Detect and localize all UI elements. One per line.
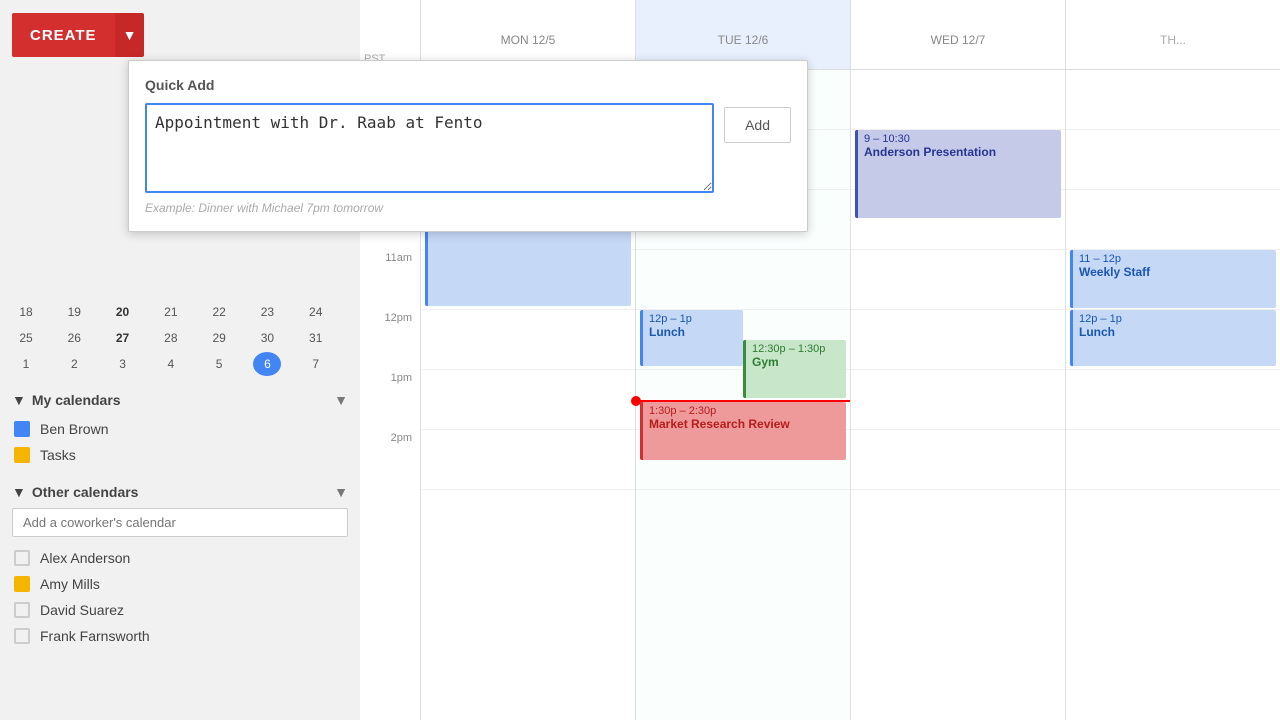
tasks-label: Tasks [40,447,76,463]
add-coworker-input[interactable] [12,508,348,537]
my-calendars-header[interactable]: ▼ My calendars ▼ [12,392,348,408]
mini-cal-day[interactable]: 1 [12,352,40,376]
quick-add-hint: Example: Dinner with Michael 7pm tomorro… [145,201,791,215]
mini-cal-grid: 18 19 20 21 22 23 24 25 26 27 28 29 30 3… [12,300,348,376]
other-calendars-section: ▼ Other calendars ▼ Alex Anderson Amy Mi… [0,476,360,657]
cal-gutter-header: PST [360,0,420,69]
amy-mills-color [14,576,30,592]
mini-cal-day[interactable]: 4 [157,352,185,376]
david-suarez-label: David Suarez [40,602,124,618]
other-calendars-header-left: ▼ Other calendars [12,484,138,500]
thu-label: Th... [1160,33,1186,47]
time-2pm: 2pm [360,430,420,490]
other-calendars-dropdown-icon[interactable]: ▼ [334,484,348,500]
quick-add-title: Quick Add [145,77,791,93]
mini-cal-day[interactable]: 7 [302,352,330,376]
wed-label: Wed 12/7 [931,33,986,47]
amy-mills-label: Amy Mills [40,576,100,592]
david-suarez-checkbox[interactable] [14,602,30,618]
tasks-color [14,447,30,463]
mini-cal-day[interactable]: 2 [60,352,88,376]
event-title: Gym [752,355,840,369]
frank-farnsworth-checkbox[interactable] [14,628,30,644]
mini-cal-day[interactable]: 30 [253,326,281,350]
mini-cal-day[interactable]: 28 [157,326,185,350]
event-market-research[interactable]: 1:30p – 2:30p Market Research Review [640,402,846,460]
mini-cal-day[interactable]: 26 [60,326,88,350]
mini-cal-day[interactable]: 22 [205,300,233,324]
collapse-icon: ▼ [12,392,26,408]
calendar-item-tasks[interactable]: Tasks [12,442,348,468]
event-time: 12:30p – 1:30p [752,343,840,355]
quick-add-row: Appointment with Dr. Raab at Fento Add [145,103,791,193]
mini-cal-day[interactable]: 20 [109,300,137,324]
calendar-item-david-suarez[interactable]: David Suarez [12,597,348,623]
event-time: 1:30p – 2:30p [649,405,840,417]
event-anderson-presentation[interactable]: 9 – 10:30 Anderson Presentation [855,130,1061,218]
my-calendars-header-left: ▼ My calendars [12,392,121,408]
mini-cal-day[interactable]: 29 [205,326,233,350]
mini-cal-day[interactable]: 21 [157,300,185,324]
create-dropdown-button[interactable]: ▼ [115,13,145,57]
mini-cal-day[interactable]: 27 [109,326,137,350]
mini-cal-day[interactable]: 31 [302,326,330,350]
mini-cal-day[interactable]: 19 [60,300,88,324]
event-time: 12p – 1p [1079,313,1270,325]
event-time: 9 – 10:30 [864,133,1055,145]
alex-anderson-label: Alex Anderson [40,550,130,566]
wednesday-column[interactable]: 9 – 10:30 Anderson Presentation [850,70,1065,720]
mini-cal-day[interactable]: 25 [12,326,40,350]
event-title: Lunch [649,325,737,339]
mini-calendar: 18 19 20 21 22 23 24 25 26 27 28 29 30 3… [0,300,360,384]
event-title: Market Research Review [649,417,840,431]
event-title: Lunch [1079,325,1270,339]
calendar-item-frank-farnsworth[interactable]: Frank Farnsworth [12,623,348,649]
calendar-item-amy-mills[interactable]: Amy Mills [12,571,348,597]
day-header-wed: Wed 12/7 [850,0,1065,69]
tue-label: Tue 12/6 [718,33,769,47]
calendar-item-alex-anderson[interactable]: Alex Anderson [12,545,348,571]
ben-brown-label: Ben Brown [40,421,108,437]
mini-cal-day[interactable]: 3 [109,352,137,376]
thursday-column[interactable]: 11 – 12p Weekly Staff 12p – 1p Lunch [1065,70,1280,720]
day-header-thu: Th... [1065,0,1280,69]
mini-cal-day[interactable]: 23 [253,300,281,324]
calendar-item-ben-brown[interactable]: Ben Brown [12,416,348,442]
my-calendars-section: ▼ My calendars ▼ Ben Brown Tasks [0,384,360,476]
mini-cal-day[interactable]: 5 [205,352,233,376]
mini-cal-day[interactable]: 18 [12,300,40,324]
mini-cal-day-today[interactable]: 6 [253,352,281,376]
other-calendars-header[interactable]: ▼ Other calendars ▼ [12,484,348,500]
event-weekly-staff[interactable]: 11 – 12p Weekly Staff [1070,250,1276,308]
time-11am: 11am [360,250,420,310]
mon-label: Mon 12/5 [501,33,556,47]
my-calendars-dropdown-icon[interactable]: ▼ [334,392,348,408]
day-header-mon: Mon 12/5 [420,0,635,69]
ben-brown-color [14,421,30,437]
event-time: 12p – 1p [649,313,737,325]
other-collapse-icon: ▼ [12,484,26,500]
my-calendars-label: My calendars [32,392,121,408]
frank-farnsworth-label: Frank Farnsworth [40,628,150,644]
sidebar: CREATE ▼ Quick Add Appointment with Dr. … [0,0,360,720]
event-title: Weekly Staff [1079,265,1270,279]
event-lunch-tue[interactable]: 12p – 1p Lunch [640,310,743,366]
event-gym[interactable]: 12:30p – 1:30p Gym [743,340,846,398]
alex-anderson-checkbox[interactable] [14,550,30,566]
other-calendars-label: Other calendars [32,484,139,500]
day-header-tue: Tue 12/6 [635,0,850,69]
mini-cal-day[interactable]: 24 [302,300,330,324]
create-button[interactable]: CREATE [12,13,115,57]
event-title: Anderson Presentation [864,145,1055,159]
event-time: 11 – 12p [1079,253,1270,265]
quick-add-add-button[interactable]: Add [724,107,791,143]
time-1pm: 1pm [360,370,420,430]
time-12pm: 12pm [360,310,420,370]
quick-add-input[interactable]: Appointment with Dr. Raab at Fento [145,103,714,193]
quick-add-popup: Quick Add Appointment with Dr. Raab at F… [128,60,808,232]
event-lunch-thu[interactable]: 12p – 1p Lunch [1070,310,1276,366]
